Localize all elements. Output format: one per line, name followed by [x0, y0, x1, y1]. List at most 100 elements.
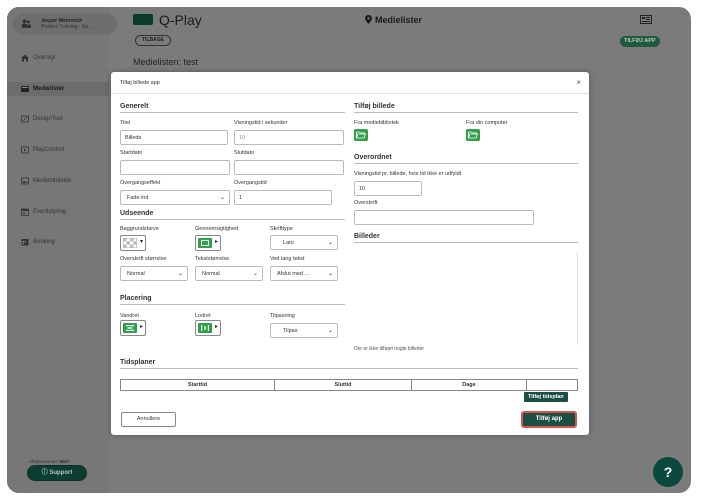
opacity-swatch-icon	[198, 238, 212, 248]
billeder-list	[354, 253, 578, 345]
baggrundsfarve-picker[interactable]: ▾	[120, 235, 146, 251]
slutdato-input[interactable]	[234, 160, 344, 175]
home-icon	[21, 54, 29, 62]
add-image-app-dialog: Tilføj billede app × Generelt Titel Bill…	[111, 72, 589, 435]
startdato-input[interactable]	[120, 160, 230, 175]
user-group-icon	[21, 19, 31, 28]
folder-open-icon	[468, 131, 478, 139]
chevron-down-icon: ⌄	[219, 195, 225, 201]
add-schedule-button[interactable]: Tilføj tidsplan	[524, 392, 568, 402]
sidebar-item-medielister[interactable]: Medielister	[7, 82, 109, 96]
app-window: Jesper Weinreich Product Training - Nu..…	[7, 7, 691, 493]
tekststorrelse-label: Tekststørrelse	[195, 256, 230, 262]
section-placering: Placering	[120, 295, 345, 305]
lodret-label: Lodret	[195, 313, 211, 319]
sidebar-item-oversigt[interactable]: Oversigt	[7, 51, 109, 65]
sidebar-item-mediebibliotek[interactable]: Mediebibliotek	[7, 174, 109, 188]
overgangstid-label: Overgangstid	[234, 180, 267, 186]
visningstid-pr-billede-input[interactable]: 10	[354, 181, 422, 196]
chevron-down-icon: ⌄	[327, 328, 333, 334]
help-button[interactable]: ?	[653, 457, 683, 487]
sidebar-item-label: PlayControl	[33, 147, 65, 153]
support-button[interactable]: ⓘ Support	[27, 465, 87, 481]
skrifttype-select[interactable]: Lato ⌄	[270, 235, 338, 250]
column-header-dage: Dage	[412, 380, 527, 390]
sidebar-item-booking[interactable]: Booking	[7, 235, 109, 249]
map-pin-icon	[365, 15, 372, 24]
design-icon	[21, 115, 29, 123]
gennemsigtighed-label: Gennemsigtighed	[195, 226, 239, 232]
mediebibliotek-folder-button[interactable]	[354, 129, 368, 141]
section-tilfoj-billede: Tilføj billede	[354, 103, 578, 113]
skrifttype-label: Skrifttype	[270, 226, 293, 232]
close-icon[interactable]: ×	[576, 78, 581, 87]
gennemsigtighed-picker[interactable]: ▸	[195, 235, 221, 251]
column-header-actions	[527, 380, 577, 390]
overgangstid-input[interactable]: 1	[234, 190, 332, 205]
computer-folder-button[interactable]	[466, 129, 480, 141]
titel-label: Titel	[120, 120, 131, 126]
tekststorrelse-select[interactable]: Normal ⌄	[195, 266, 263, 281]
main-header: Q-Play TILBAGE Medielister TILFØJ APP Me…	[109, 7, 691, 67]
cancel-button[interactable]: Annullere	[121, 412, 176, 427]
tilpasning-select[interactable]: Tilpas ⌄	[270, 323, 338, 338]
visningstid-input[interactable]: 10	[234, 130, 344, 145]
align-center-icon	[123, 323, 137, 333]
titel-input[interactable]: Billede	[120, 130, 228, 145]
section-overordnet: Overordnet	[354, 154, 578, 164]
tilpasning-label: Tilpasning	[270, 313, 295, 319]
ved-lang-tekst-select[interactable]: Afslut med ... ⌄	[270, 266, 338, 281]
dialog-header: Tilføj billede app ×	[111, 72, 589, 94]
lodret-picker[interactable]: ▸	[195, 320, 221, 336]
fra-computer-label: Fra din computer	[466, 120, 508, 126]
overskrift-label: Overskrift	[354, 200, 378, 206]
dialog-title: Tilføj billede app	[120, 80, 160, 86]
user-profile[interactable]: Jesper Weinreich Product Training - Nu..…	[13, 13, 117, 35]
caret-right-icon: ▸	[214, 239, 218, 245]
add-app-submit-button[interactable]: Tilføj app	[521, 411, 577, 428]
startdato-label: Startdato	[120, 150, 143, 156]
section-generelt: Generelt	[120, 103, 345, 113]
align-middle-icon	[198, 323, 212, 333]
visningstid-label: Visningstid i sekunder	[234, 120, 288, 126]
playcontrol-icon	[21, 146, 29, 154]
overskrift-storrelse-label: Overskrift størrelse	[120, 256, 167, 262]
sidebar-item-eventstyring[interactable]: Eventstyring	[7, 205, 109, 219]
sidebar-item-label: Mediebibliotek	[33, 178, 72, 184]
sidebar-item-label: Oversigt	[33, 55, 56, 61]
overgangseffekt-select[interactable]: Fade ind ⌄	[120, 190, 230, 205]
billeder-empty-text: Der er ikke tilføjet nogle billeder	[354, 346, 425, 352]
overgangseffekt-label: Overgangseffekt	[120, 180, 161, 186]
back-button[interactable]: TILBAGE	[135, 35, 171, 46]
booking-icon	[21, 239, 29, 246]
visningstid-pr-billede-label: Visningstid pr. billede, hvis tid ikke e…	[354, 171, 462, 177]
add-app-button[interactable]: TILFØJ APP	[620, 36, 660, 47]
help-circle-icon: ⓘ	[41, 470, 48, 476]
transparent-swatch-icon	[123, 238, 137, 248]
logo-mark-icon	[133, 14, 153, 25]
folder-open-icon	[356, 131, 366, 139]
preview-icon[interactable]	[640, 15, 652, 24]
media-library-icon	[21, 177, 29, 185]
medielister-icon	[21, 86, 29, 92]
caret-right-icon: ▸	[214, 324, 218, 330]
caret-right-icon: ▸	[139, 324, 143, 330]
baggrundsfarve-label: Baggrundsfarve	[120, 226, 159, 232]
sidebar-item-designtool[interactable]: DesignTool	[7, 112, 109, 126]
ved-lang-tekst-label: Ved lang tekst	[270, 256, 305, 262]
section-udseende: Udseende	[120, 210, 345, 220]
slutdato-label: Slutdato	[234, 150, 255, 156]
logo-text: Q-Play	[159, 12, 202, 28]
sidebar-item-label: Eventstyring	[33, 209, 67, 215]
overskrift-storrelse-select[interactable]: Normal ⌄	[120, 266, 188, 281]
user-role: Product Training - Nu...	[41, 24, 93, 30]
sidebar-item-playcontrol[interactable]: PlayControl	[7, 143, 109, 157]
vandret-picker[interactable]: ▸	[120, 320, 146, 336]
calendar-icon	[21, 208, 29, 216]
sidebar-item-label: Medielister	[33, 86, 65, 92]
overskrift-input[interactable]	[354, 210, 534, 225]
section-tidsplaner: Tidsplaner	[120, 359, 578, 369]
chevron-down-icon: ⌄	[327, 240, 333, 246]
page-title: Medielisten: test	[133, 57, 199, 67]
chevron-down-icon: ⌄	[177, 271, 183, 277]
